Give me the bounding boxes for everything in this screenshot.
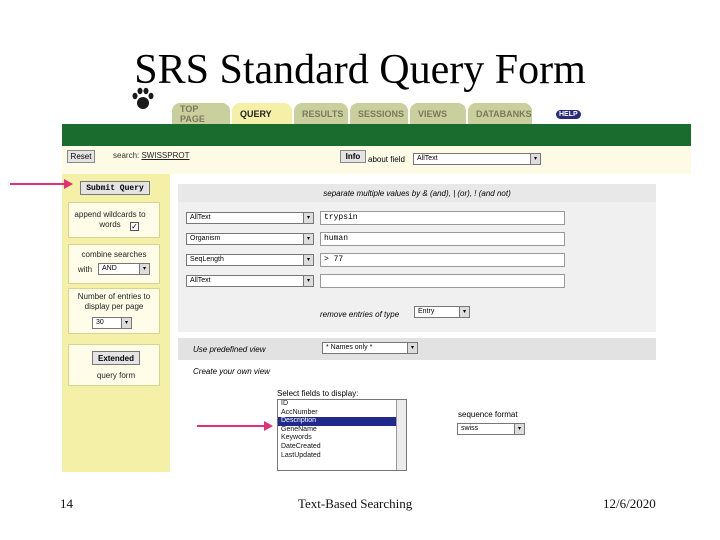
chevron-down-icon: ▾ (407, 343, 417, 353)
remove-entries-label: remove entries of type (320, 310, 400, 319)
chevron-down-icon: ▾ (139, 264, 149, 274)
fields-listbox[interactable]: ID AccNumber Description GeneName Keywor… (277, 399, 407, 471)
slide-title: SRS Standard Query Form (134, 47, 586, 93)
nav-tabs: TOP PAGE QUERY RESULTS SESSIONS VIEWS DA… (172, 103, 534, 125)
pointer-arrow-fields (197, 425, 267, 427)
combine-operator-select[interactable]: AND ▾ (98, 263, 150, 275)
combine-operator-value: AND (102, 265, 117, 272)
combine-with-label: with (77, 265, 93, 274)
tab-views[interactable]: VIEWS (410, 103, 466, 125)
list-item[interactable]: AccNumber (278, 409, 406, 418)
slide-date: 12/6/2020 (603, 496, 656, 511)
extended-query-suffix: query form (96, 371, 136, 380)
chevron-down-icon: ▾ (303, 234, 313, 244)
about-field-label: about field (368, 155, 405, 164)
list-item-selected[interactable]: Description (278, 417, 406, 426)
submit-query-button[interactable]: Submit Query (80, 181, 150, 195)
remove-entries-value: Entry (418, 308, 435, 315)
query-field-select-4[interactable]: AllText ▾ (186, 275, 314, 287)
query-hint: separate multiple values by & (and), | (… (178, 184, 656, 202)
list-item[interactable]: DateCreated (278, 443, 406, 452)
chevron-down-icon: ▾ (303, 276, 313, 286)
list-item[interactable]: ID (278, 400, 406, 409)
arrow-head-icon (264, 421, 273, 431)
entries-per-page-value: 30 (96, 319, 104, 326)
query-field-value: SeqLength (190, 256, 224, 263)
about-field-select[interactable]: AllText ▾ (413, 153, 541, 165)
chevron-down-icon: ▾ (303, 213, 313, 223)
select-fields-label: Select fields to display: (277, 389, 359, 398)
create-view-label: Create your own view (193, 367, 270, 376)
chevron-down-icon: ▾ (121, 318, 131, 328)
query-value-input-4[interactable] (320, 274, 565, 288)
query-field-select-3[interactable]: SeqLength ▾ (186, 254, 314, 266)
append-wildcards-checkbox[interactable]: ✓ (130, 222, 139, 231)
query-field-value: Organism (190, 235, 221, 242)
sequence-format-label: sequence format (458, 410, 518, 419)
predefined-view-label: Use predefined view (193, 345, 266, 354)
predefined-view-select[interactable]: * Names only * ▾ (322, 342, 418, 354)
query-value-input-2[interactable]: human (320, 232, 565, 246)
query-value-input-1[interactable]: trypsin (320, 211, 565, 225)
query-value-input-3[interactable]: > 77 (320, 253, 565, 267)
search-databank-label: search: SWISSPROT (113, 151, 189, 160)
tab-sessions[interactable]: SESSIONS (350, 103, 408, 125)
pointer-arrow-submit (10, 183, 68, 185)
listbox-scrollbar[interactable] (396, 400, 406, 470)
databank-link[interactable]: SWISSPROT (141, 151, 189, 160)
about-field-value: AllText (417, 155, 438, 162)
slide-number: 14 (60, 496, 73, 511)
query-field-value: AllText (190, 214, 211, 221)
sequence-format-select[interactable]: swiss ▾ (457, 423, 525, 435)
chevron-down-icon: ▾ (303, 255, 313, 265)
help-button[interactable]: HELP (556, 110, 581, 119)
extended-query-button[interactable]: Extended (92, 351, 140, 365)
list-item[interactable]: LastUpdated (278, 452, 406, 461)
info-button[interactable]: Info (340, 150, 366, 163)
slide-footer-text: Text-Based Searching (298, 496, 413, 511)
search-prefix: search: (113, 151, 140, 160)
list-item[interactable]: GeneName (278, 426, 406, 435)
arrow-head-icon (64, 179, 73, 189)
tab-query[interactable]: QUERY (232, 103, 292, 125)
sequence-format-value: swiss (461, 425, 479, 432)
tab-top-page[interactable]: TOP PAGE (172, 103, 230, 125)
query-field-select-1[interactable]: AllText ▾ (186, 212, 314, 224)
chevron-down-icon: ▾ (459, 307, 469, 317)
remove-entries-select[interactable]: Entry ▾ (414, 306, 470, 318)
list-item[interactable]: Keywords (278, 434, 406, 443)
entries-per-page-select[interactable]: 30 ▾ (92, 317, 132, 329)
tab-databanks[interactable]: DATABANKS (468, 103, 532, 125)
query-field-value: AllText (190, 277, 211, 284)
paw-logo-icon (132, 87, 154, 109)
predefined-view-value: * Names only * (326, 344, 373, 351)
header-bar (62, 124, 691, 146)
tab-results[interactable]: RESULTS (294, 103, 348, 125)
entries-per-page-label: Number of entries to display per page (77, 292, 151, 311)
chevron-down-icon: ▾ (530, 154, 540, 164)
query-field-select-2[interactable]: Organism ▾ (186, 233, 314, 245)
combine-searches-label: combine searches (81, 250, 147, 259)
reset-button[interactable]: Reset (67, 150, 95, 163)
chevron-down-icon: ▾ (514, 424, 524, 434)
